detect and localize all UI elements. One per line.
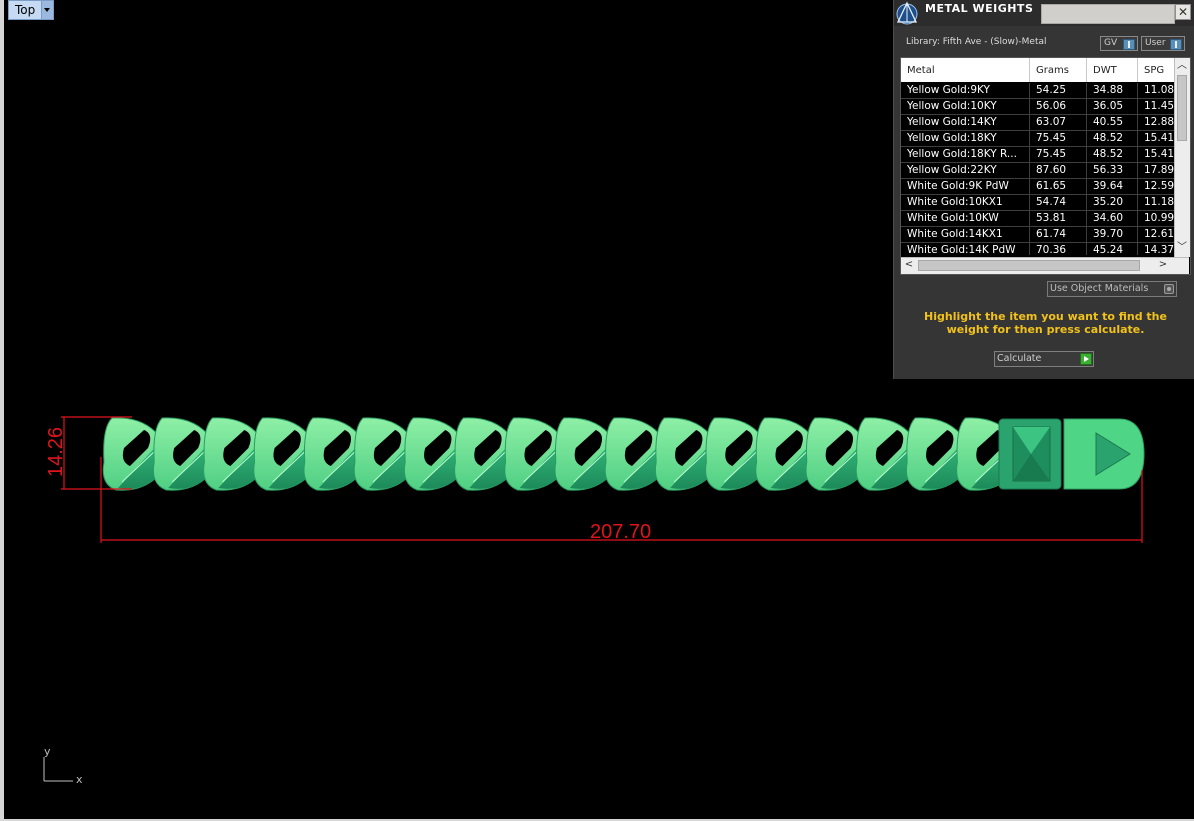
table-row[interactable]: Yellow Gold:18KY R... 75.45 48.52 15.41 [901, 147, 1174, 163]
vertical-scrollbar[interactable]: ︿ ﹀ [1174, 58, 1190, 257]
cell-grams: 61.74 [1030, 227, 1087, 242]
scroll-up-icon[interactable]: ︿ [1176, 60, 1188, 72]
column-header-grams[interactable]: Grams [1030, 58, 1087, 82]
app-logo-icon [896, 1, 918, 25]
cell-metal: Yellow Gold:14KY [901, 115, 1030, 130]
user-toggle[interactable]: User [1141, 36, 1185, 51]
cell-spg: 12.61 [1144, 228, 1174, 240]
user-toggle-label: User [1145, 38, 1166, 48]
chain-links [102, 417, 1019, 491]
column-header-metal[interactable]: Metal [901, 58, 1030, 82]
table-row[interactable]: Yellow Gold:18KY 75.45 48.52 15.41 [901, 131, 1174, 147]
cell-metal: White Gold:14KX1 [901, 227, 1030, 242]
toggle-switch-icon [1170, 39, 1182, 50]
library-label: Library: Fifth Ave - (Slow)-Metal [906, 37, 1047, 47]
cell-metal: White Gold:9K PdW [901, 179, 1030, 194]
table-row[interactable]: Yellow Gold:14KY 63.07 40.55 12.88 [901, 115, 1174, 131]
cell-dwt: 40.55 [1087, 115, 1138, 130]
radio-icon[interactable] [1164, 284, 1174, 294]
play-arrow-icon [1080, 353, 1092, 365]
axis-indicator [43, 757, 73, 782]
cell-metal: White Gold:10KX1 [901, 195, 1030, 210]
cell-grams: 87.60 [1030, 163, 1087, 178]
cell-grams: 75.45 [1030, 131, 1087, 146]
cell-spg: 11.45 [1144, 100, 1174, 112]
table-row[interactable]: Yellow Gold:10KY 56.06 36.05 11.45 [901, 99, 1174, 115]
cell-grams: 53.81 [1030, 211, 1087, 226]
cell-grams: 75.45 [1030, 147, 1087, 162]
cell-metal: Yellow Gold:18KY R... [901, 147, 1030, 162]
cell-grams: 56.06 [1030, 99, 1087, 114]
cell-spg: 11.08 [1144, 84, 1174, 96]
calculate-label: Calculate [997, 353, 1042, 364]
column-header-dwt[interactable]: DWT [1087, 58, 1138, 82]
scroll-thumb[interactable] [918, 260, 1140, 271]
cell-metal: Yellow Gold:18KY [901, 131, 1030, 146]
cell-spg: 15.41 [1144, 148, 1174, 160]
cell-spg: 12.88 [1144, 116, 1174, 128]
cell-grams: 63.07 [1030, 115, 1087, 130]
scroll-right-icon[interactable]: > [1157, 259, 1169, 271]
cell-metal: Yellow Gold:22KY [901, 163, 1030, 178]
cell-dwt: 48.52 [1087, 131, 1138, 146]
cell-metal: White Gold:10KW [901, 211, 1030, 226]
cell-spg: 12.59 [1144, 180, 1174, 192]
cell-dwt: 39.70 [1087, 227, 1138, 242]
cell-grams: 54.25 [1030, 83, 1087, 98]
axis-x-label: x [76, 773, 83, 786]
cell-spg: 17.89 [1144, 164, 1174, 176]
cell-dwt: 36.05 [1087, 99, 1138, 114]
table-row[interactable]: White Gold:9K PdW 61.65 39.64 12.59 [901, 179, 1174, 195]
gv-toggle-label: GV [1104, 38, 1118, 48]
axis-y-label: y [44, 745, 51, 758]
cell-metal: Yellow Gold:9KY [901, 83, 1030, 98]
use-object-materials-option[interactable]: Use Object Materials [1047, 281, 1177, 297]
table-row[interactable]: White Gold:14KX1 61.74 39.70 12.61 [901, 227, 1174, 243]
panel-header[interactable]: METAL WEIGHTS ✕ [894, 0, 1194, 26]
cell-dwt: 56.33 [1087, 163, 1138, 178]
cell-spg: 15.41 [1144, 132, 1174, 144]
cell-dwt: 39.64 [1087, 179, 1138, 194]
dimension-length-value: 207.70 [590, 521, 651, 543]
scroll-down-icon[interactable]: ﹀ [1176, 242, 1188, 254]
table-header: Metal Grams DWT SPG [901, 58, 1174, 82]
cell-spg: 11.18 [1144, 196, 1174, 208]
instruction-text: Highlight the item you want to find the … [924, 310, 1167, 336]
table-row[interactable]: Yellow Gold:22KY 87.60 56.33 17.89 [901, 163, 1174, 179]
cell-dwt: 48.52 [1087, 147, 1138, 162]
toggle-switch-icon [1123, 39, 1135, 50]
use-object-materials-label: Use Object Materials [1050, 283, 1149, 294]
cell-spg: 10.99 [1144, 212, 1174, 224]
cell-dwt: 35.20 [1087, 195, 1138, 210]
panel-title: METAL WEIGHTS [925, 2, 1034, 15]
close-icon[interactable]: ✕ [1175, 4, 1191, 20]
column-header-spg[interactable]: SPG [1138, 58, 1174, 82]
metal-table: Metal Grams DWT SPG Yellow Gold:9KY 54.25… [900, 57, 1191, 275]
cell-grams: 61.65 [1030, 179, 1087, 194]
cell-spg: 14.37 [1144, 244, 1174, 255]
table-row[interactable]: Yellow Gold:9KY 54.25 34.88 11.08 [901, 83, 1174, 99]
table-row[interactable]: White Gold:14K PdW 70.36 45.24 14.37 [901, 243, 1174, 255]
horizontal-scrollbar[interactable]: < > [901, 257, 1189, 274]
metal-weights-panel: METAL WEIGHTS ✕ Library: Fifth Ave - (Sl… [893, 0, 1194, 379]
clasp [998, 418, 1145, 490]
table-row[interactable]: White Gold:10KX1 54.74 35.20 11.18 [901, 195, 1174, 211]
panel-drag-bar[interactable] [1041, 4, 1175, 24]
dimension-height-value: 14.26 [45, 427, 67, 477]
scroll-left-icon[interactable]: < [903, 259, 915, 271]
cell-metal: Yellow Gold:10KY [901, 99, 1030, 114]
cell-dwt: 34.60 [1087, 211, 1138, 226]
cell-dwt: 45.24 [1087, 243, 1138, 255]
cell-grams: 54.74 [1030, 195, 1087, 210]
cell-dwt: 34.88 [1087, 83, 1138, 98]
calculate-button[interactable]: Calculate [994, 351, 1094, 367]
table-body: Yellow Gold:9KY 54.25 34.88 11.08 Yellow Gol… [901, 83, 1174, 255]
cell-metal: White Gold:14K PdW [901, 243, 1030, 255]
cell-grams: 70.36 [1030, 243, 1087, 255]
gv-toggle[interactable]: GV [1100, 36, 1138, 51]
scroll-thumb[interactable] [1177, 75, 1187, 141]
table-row[interactable]: White Gold:10KW 53.81 34.60 10.99 [901, 211, 1174, 227]
